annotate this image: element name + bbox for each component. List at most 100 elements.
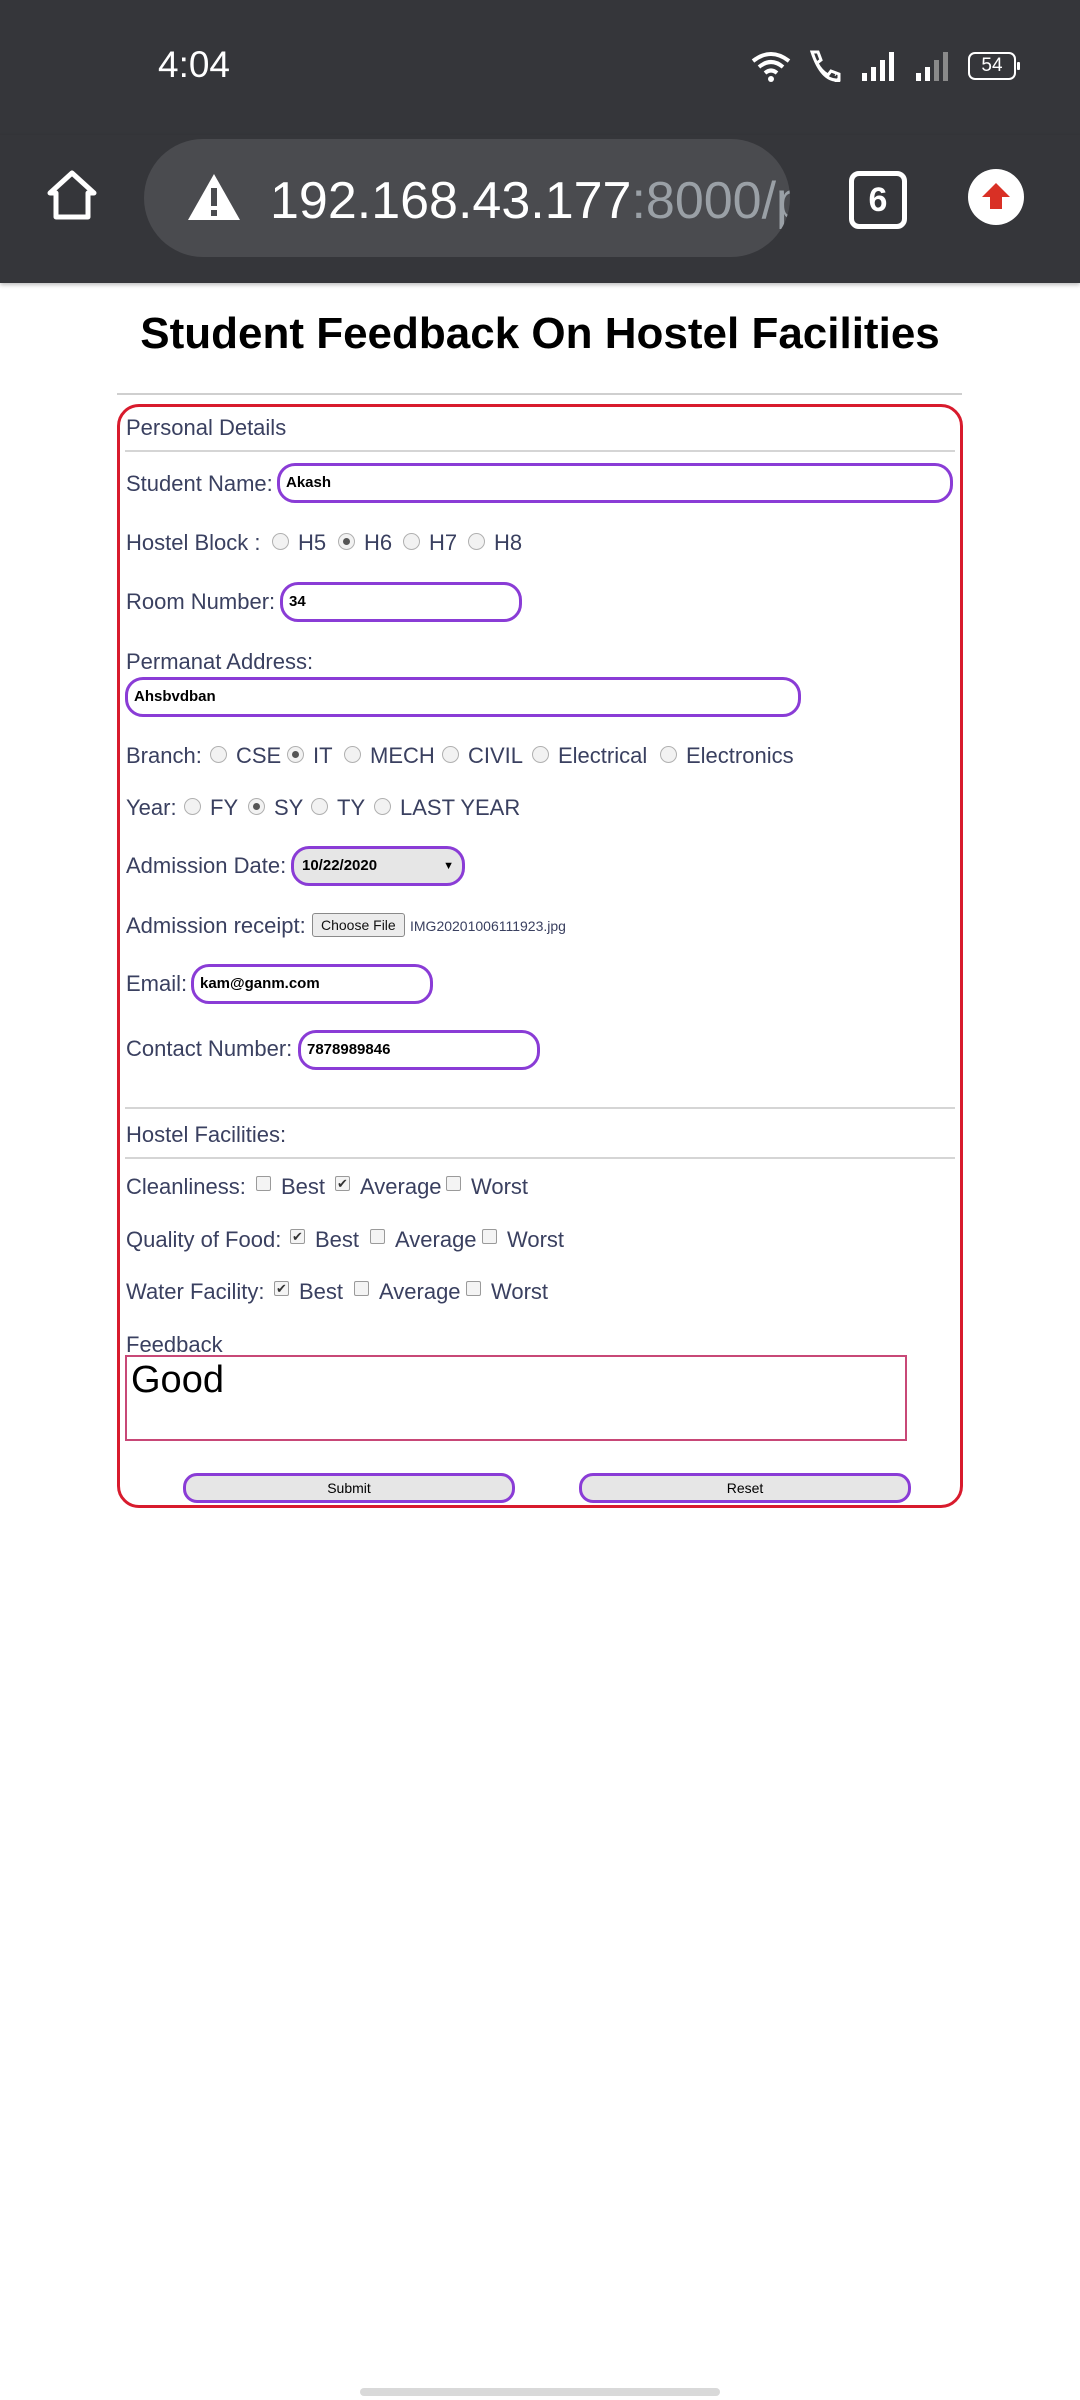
wifi-call-icon: 2 [809, 50, 841, 84]
room-number-label: Room Number: [126, 589, 276, 614]
email-label: Email: [126, 971, 188, 996]
admission-date-value: 10/22/2020 [302, 857, 378, 874]
radio-branch-it[interactable] [287, 746, 304, 763]
gesture-nav-handle[interactable] [360, 2388, 720, 2396]
radio-year-fy[interactable] [184, 798, 201, 815]
url-host: 192.168.43.177 [270, 172, 632, 230]
wifi-icon [751, 52, 791, 82]
checkbox-water-best[interactable]: ✔ [274, 1281, 289, 1296]
admission-date-label: Admission Date: [126, 853, 287, 878]
radio-branch-electronics[interactable] [660, 746, 677, 763]
arrow-up-icon [982, 183, 1010, 209]
personal-details-legend: Personal Details [126, 415, 287, 440]
water-option-label: Best [299, 1279, 344, 1304]
food-quality-label: Quality of Food: [126, 1227, 282, 1252]
radio-hostel-h7[interactable] [403, 533, 420, 550]
year-option-label: TY [337, 795, 366, 820]
branch-option-label: Electronics [686, 743, 794, 768]
hostel-block-label: Hostel Block : [126, 530, 261, 555]
radio-branch-mech[interactable] [344, 746, 361, 763]
cleanliness-option-label: Worst [471, 1174, 529, 1199]
food-option-label: Best [315, 1227, 360, 1252]
contact-number-input[interactable]: 7878989846 [298, 1030, 540, 1070]
receipt-filename: IMG20201006111923.jpg [410, 918, 566, 934]
divider [125, 450, 955, 452]
cleanliness-option-label: Average [360, 1174, 442, 1199]
address-label: Permanat Address: [126, 649, 314, 674]
hostel-option-label: H8 [494, 530, 523, 555]
radio-year-last-year[interactable] [374, 798, 391, 815]
email-input[interactable]: kam@ganm.com [191, 964, 433, 1004]
submit-button[interactable]: Submit [183, 1473, 515, 1503]
hostel-facilities-legend: Hostel Facilities: [126, 1122, 287, 1147]
contact-number-label: Contact Number: [126, 1036, 293, 1061]
signal-secondary-icon [916, 52, 948, 81]
feedback-textarea[interactable]: Good [125, 1355, 907, 1441]
browser-toolbar: 192.168.43.177:8000/p 6 [0, 135, 1080, 283]
url-port: :8000/p [631, 172, 790, 230]
cleanliness-option-label: Best [281, 1174, 326, 1199]
checkbox-cleanliness-best[interactable] [256, 1176, 271, 1191]
branch-option-label: MECH [370, 743, 435, 768]
hostel-option-label: H7 [429, 530, 458, 555]
url-text: 192.168.43.177:8000/p [270, 171, 790, 231]
checkbox-cleanliness-worst[interactable] [446, 1176, 461, 1191]
checkbox-water-worst[interactable] [466, 1281, 481, 1296]
home-icon[interactable] [42, 165, 102, 225]
status-bar: 4:04 2 54 [0, 0, 1080, 135]
tab-switcher-button[interactable]: 6 [849, 171, 907, 229]
checkbox-food-average[interactable] [370, 1229, 385, 1244]
cleanliness-label: Cleanliness: [126, 1174, 246, 1199]
year-label: Year: [126, 795, 177, 820]
update-button[interactable] [968, 169, 1024, 225]
hostel-option-label: H5 [298, 530, 327, 555]
radio-branch-cse[interactable] [210, 746, 227, 763]
dropdown-arrow-icon: ▼ [443, 860, 454, 872]
water-facility-label: Water Facility: [126, 1279, 265, 1304]
page-title: Student Feedback On Hostel Facilities [140, 309, 940, 358]
student-name-input[interactable]: Akash [277, 463, 953, 503]
room-number-input[interactable]: 34 [280, 582, 522, 622]
address-input[interactable]: Ahsbvdban [125, 677, 801, 717]
year-option-label: LAST YEAR [400, 795, 521, 820]
admission-date-input[interactable]: 10/22/2020 ▼ [291, 846, 465, 886]
year-option-label: SY [274, 795, 304, 820]
divider [125, 1107, 955, 1109]
radio-branch-electrical[interactable] [532, 746, 549, 763]
branch-option-label: IT [313, 743, 333, 768]
year-option-label: FY [210, 795, 239, 820]
checkbox-food-best[interactable]: ✔ [290, 1229, 305, 1244]
divider [125, 1157, 955, 1159]
status-time: 4:04 [158, 44, 231, 85]
reset-button[interactable]: Reset [579, 1473, 911, 1503]
radio-hostel-h6[interactable] [338, 533, 355, 550]
svg-text:2: 2 [834, 71, 841, 84]
battery-icon: 54 [968, 52, 1020, 80]
warning-icon [188, 174, 240, 220]
checkbox-food-worst[interactable] [482, 1229, 497, 1244]
status-icons: 2 54 [750, 48, 1020, 84]
water-option-label: Worst [491, 1279, 549, 1304]
radio-hostel-h5[interactable] [272, 533, 289, 550]
food-option-label: Worst [507, 1227, 565, 1252]
feedback-form: Personal Details Student Name: Akash Hos… [117, 404, 963, 1508]
checkbox-water-average[interactable] [354, 1281, 369, 1296]
branch-option-label: CIVIL [468, 743, 524, 768]
student-name-label: Student Name: [126, 471, 273, 496]
branch-option-label: CSE [236, 743, 282, 768]
address-bar[interactable]: 192.168.43.177:8000/p [144, 139, 790, 257]
divider [117, 393, 962, 395]
radio-year-sy[interactable] [248, 798, 265, 815]
checkbox-cleanliness-average[interactable]: ✔ [335, 1176, 350, 1191]
branch-option-label: Electrical [558, 743, 648, 768]
admission-receipt-label: Admission receipt: [126, 913, 306, 938]
radio-hostel-h8[interactable] [468, 533, 485, 550]
food-option-label: Average [395, 1227, 477, 1252]
hostel-option-label: H6 [364, 530, 393, 555]
branch-label: Branch: [126, 743, 202, 768]
radio-year-ty[interactable] [311, 798, 328, 815]
signal-icon [862, 52, 894, 81]
choose-file-button[interactable]: Choose File [312, 913, 405, 937]
radio-branch-civil[interactable] [442, 746, 459, 763]
water-option-label: Average [379, 1279, 461, 1304]
